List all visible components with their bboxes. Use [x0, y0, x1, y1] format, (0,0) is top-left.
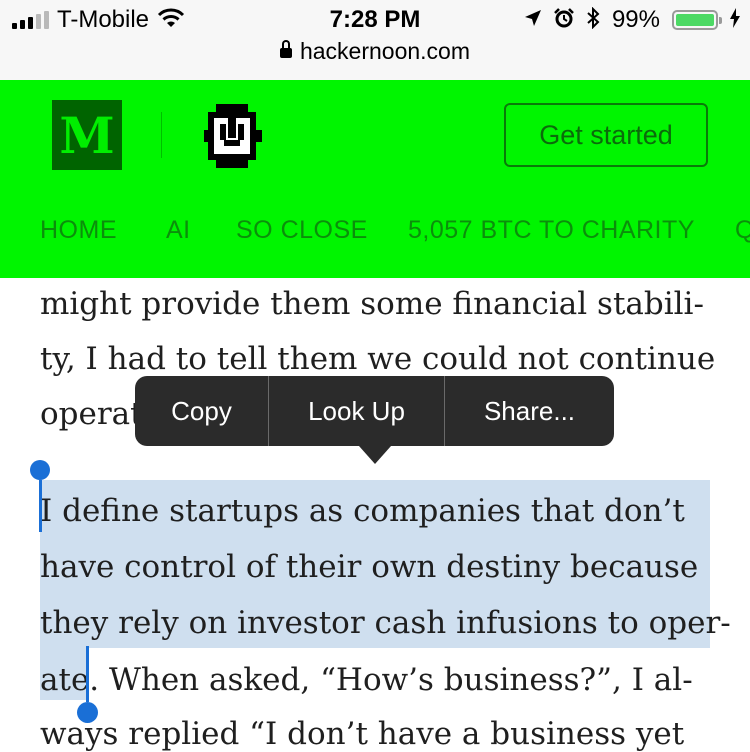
battery-icon [672, 10, 722, 30]
nav-item-so-close[interactable]: SO CLOSE [236, 216, 368, 245]
bluetooth-icon [586, 6, 600, 34]
selected-text-line[interactable]: have control of their own destiny becaus… [40, 549, 698, 585]
copy-button[interactable]: Copy [135, 376, 269, 446]
header-divider [161, 112, 162, 158]
paragraph-line: operat [40, 396, 143, 432]
selected-text-fragment[interactable]: ate [40, 662, 89, 698]
location-arrow-icon [524, 9, 542, 32]
site-header: M Get started HOME AI SO CLOSE 5,057 BTC… [0, 80, 750, 278]
selection-start-handle[interactable] [30, 460, 50, 480]
unselected-text-fragment: . When asked, “How’s business?”, I al- [89, 662, 693, 698]
paragraph-line: might provide them some financial stabil… [40, 286, 704, 322]
paragraph-line: ate. When asked, “How’s business?”, I al… [40, 662, 693, 698]
battery-level [676, 14, 714, 26]
callout-pointer [359, 446, 391, 464]
nav-item-ai[interactable]: AI [166, 216, 191, 245]
battery-percent: 99% [611, 6, 660, 33]
alarm-icon [554, 7, 574, 33]
selection-end-handle[interactable] [77, 702, 98, 723]
status-bar: T-Mobile 7:28 PM 99% hackernoon.com [0, 0, 750, 81]
medium-logo[interactable]: M [52, 100, 122, 170]
hackernoon-logo-icon[interactable] [204, 104, 264, 173]
url-text: hackernoon.com [299, 38, 471, 64]
status-right: 99% [524, 6, 740, 34]
lock-icon [279, 40, 292, 58]
look-up-button[interactable]: Look Up [269, 376, 445, 446]
edit-callout-menu: Copy Look Up Share... [135, 376, 614, 464]
selected-text-line[interactable]: they rely on investor cash infusions to … [40, 605, 731, 641]
nav-item-btc-to-charity[interactable]: 5,057 BTC TO CHARITY [408, 216, 695, 245]
paragraph-line: ty, I had to tell them we could not cont… [40, 341, 716, 377]
charging-icon [730, 7, 740, 33]
paragraph-line: ways replied “I don’t have a business ye… [40, 716, 685, 752]
get-started-button[interactable]: Get started [504, 103, 708, 167]
share-button[interactable]: Share... [445, 376, 614, 446]
selected-text-line[interactable]: I define startups as companies that don’… [40, 493, 685, 529]
nav-item-truncated[interactable]: Q [735, 216, 750, 245]
selection-start-caret[interactable] [39, 480, 42, 532]
address-bar[interactable]: hackernoon.com [0, 38, 750, 65]
nav-item-home[interactable]: HOME [40, 216, 117, 245]
selection-end-caret[interactable] [86, 646, 89, 702]
